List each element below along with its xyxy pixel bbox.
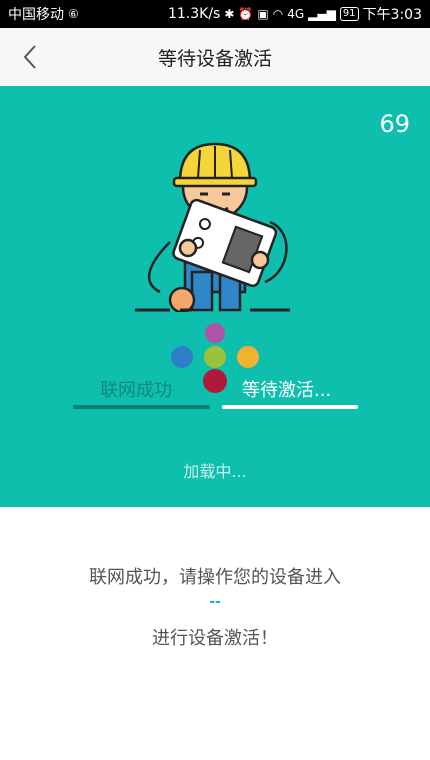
step-network-connected: 联网成功 [100, 380, 172, 401]
bluetooth-vibrate-icon: ✱ [224, 7, 235, 21]
hd-icon: ▣ [257, 7, 269, 21]
carrier-label: 中国移动 [8, 7, 64, 23]
battery-icon: 91 [339, 7, 359, 21]
countdown-timer: 69 [379, 110, 410, 138]
step-1-progress-bar [73, 405, 210, 409]
instruction-separator: -- [209, 594, 221, 610]
wifi-icon: ◠ [272, 7, 284, 21]
back-button[interactable] [8, 34, 52, 80]
status-bar: 中国移动 ⑥ 11.3K/s ✱ ⏰ ▣ ◠ 4G ▂▄▆ 91 下午3:03 [0, 0, 430, 28]
status-bar-left: 中国移动 ⑥ [8, 4, 79, 24]
step-2-progress-bar [222, 405, 358, 409]
notification-icon: ⑥ [68, 7, 79, 21]
loading-text: 加载中... [183, 462, 247, 481]
chevron-left-icon [23, 45, 36, 69]
navigation-bar: 等待设备激活 [0, 28, 430, 87]
instruction-line-1: 联网成功，请操作您的设备进入 [89, 567, 341, 588]
worker-illustration [135, 142, 290, 312]
clock: 下午3:03 [362, 7, 422, 23]
network-speed: 11.3K/s [167, 6, 221, 22]
signal-strength-icon: ▂▄▆ [308, 7, 336, 21]
activation-panel: 69 联网成功 等待激活... 加载中... [0, 86, 430, 507]
step-waiting-activation: 等待激活... [242, 380, 332, 401]
alarm-icon: ⏰ [238, 7, 254, 21]
signal-label: 4G [287, 7, 305, 21]
instruction-line-2: 进行设备激活！ [152, 628, 278, 649]
page-title: 等待设备激活 [157, 47, 272, 70]
status-bar-right: 11.3K/s ✱ ⏰ ▣ ◠ 4G ▂▄▆ 91 下午3:03 [168, 4, 422, 24]
